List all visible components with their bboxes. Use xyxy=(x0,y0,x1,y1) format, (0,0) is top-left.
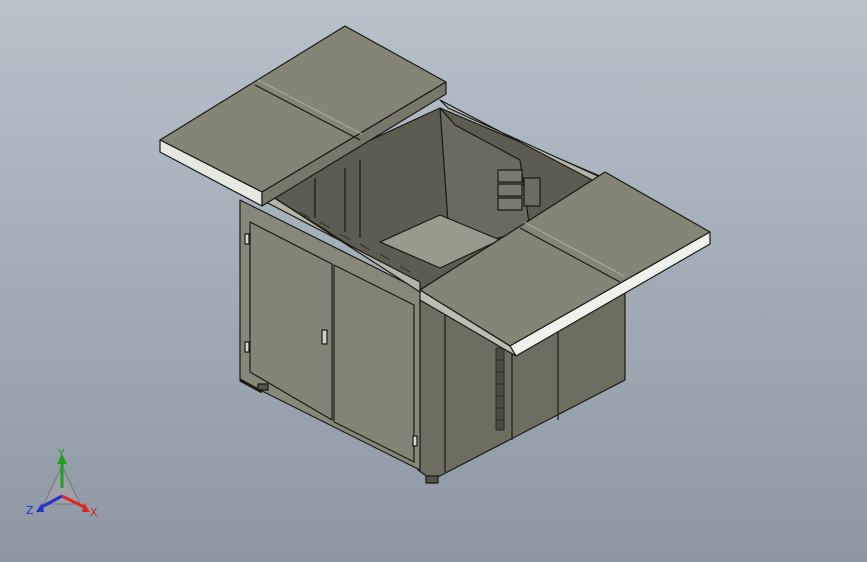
hinge-icon xyxy=(244,341,250,353)
cabinet-model[interactable] xyxy=(0,0,867,562)
graphics-viewport[interactable]: Y X Z xyxy=(0,0,867,562)
foot-icon xyxy=(425,475,439,484)
y-axis-label: Y xyxy=(57,448,65,460)
hinge-icon xyxy=(244,233,250,245)
cable-track xyxy=(495,347,505,431)
hinge-icon xyxy=(412,435,418,447)
orientation-triad[interactable]: Y X Z xyxy=(24,447,104,528)
foot-icon xyxy=(257,383,269,391)
z-axis-label: Z xyxy=(26,504,34,517)
x-axis-label: X xyxy=(90,506,98,519)
x-arrowhead-icon xyxy=(82,503,90,512)
door-handle-icon[interactable] xyxy=(321,329,328,345)
z-arrowhead-icon xyxy=(36,503,44,512)
